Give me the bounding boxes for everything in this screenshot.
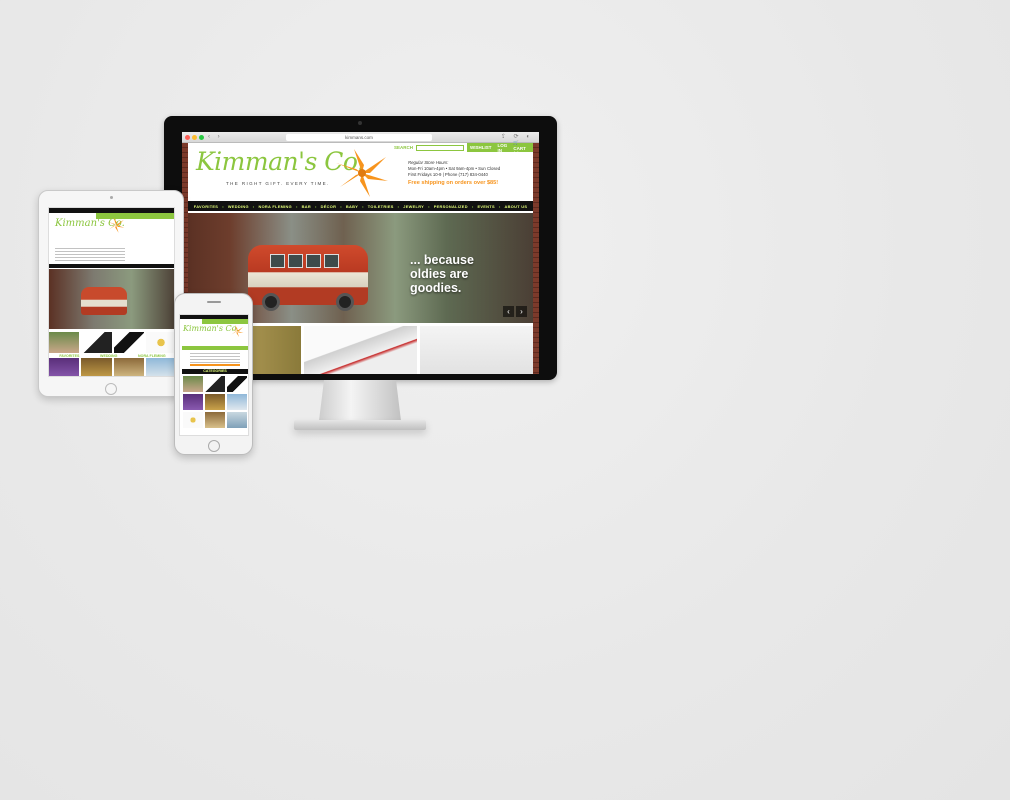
bus-wheel: [336, 293, 354, 311]
bus-window: [270, 254, 285, 268]
nav-separator: •: [428, 203, 430, 209]
lily-logo-icon: [336, 149, 388, 197]
category-thumb[interactable]: [304, 326, 417, 374]
nav-separator: •: [295, 203, 298, 209]
phone-category-grid: [183, 376, 247, 428]
nav-item-baby[interactable]: BABY: [346, 204, 358, 209]
bus-wheel: [262, 293, 280, 311]
account-links: WISHLIST LOG IN 🛒 CART (0): [467, 140, 533, 156]
nav-item-events[interactable]: EVENTS: [478, 204, 495, 209]
maximize-window-button[interactable]: [199, 135, 204, 140]
login-link[interactable]: LOG IN: [498, 143, 508, 153]
tablet-camera: [110, 196, 113, 199]
search-input[interactable]: [416, 144, 465, 151]
nav-item-toiletries[interactable]: TOILETRIES: [368, 204, 394, 209]
phone-speaker: [207, 301, 221, 303]
category-tile[interactable]: [227, 394, 247, 410]
wishlist-link[interactable]: WISHLIST: [470, 145, 492, 150]
category-tile[interactable]: [183, 394, 203, 410]
vw-bus-image: [81, 287, 127, 315]
monitor-base: [294, 420, 426, 430]
category-tile[interactable]: [113, 332, 144, 353]
phone-free-shipping: [190, 364, 240, 366]
bus-window: [288, 254, 303, 268]
nav-separator: •: [252, 203, 255, 209]
phone-store-info: [190, 353, 240, 363]
camera-dot: [358, 121, 362, 125]
nav-item-bar[interactable]: BAR: [302, 204, 311, 209]
category-tile[interactable]: [227, 412, 247, 428]
hero-caption-line: ... because: [410, 253, 474, 267]
tablet-device: Kimman's Co. FAVORITES WEDDING NORA FLEM…: [38, 190, 184, 397]
tablet-screen: Kimman's Co. FAVORITES WEDDING NORA FLEM…: [48, 207, 175, 377]
slider-prev-button[interactable]: ‹: [503, 306, 514, 317]
bus-window: [324, 254, 339, 268]
category-tile[interactable]: [205, 412, 225, 428]
category-tile[interactable]: [183, 412, 203, 428]
category-tile[interactable]: [227, 376, 247, 392]
nav-separator: •: [498, 203, 501, 209]
category-tile[interactable]: [145, 358, 174, 376]
category-tile[interactable]: [205, 376, 225, 392]
nav-separator: •: [340, 203, 342, 209]
free-shipping-banner: Free shipping on orders over $85!: [408, 180, 499, 186]
tablet-store-hours: [55, 248, 125, 262]
tablet-navigation[interactable]: [49, 264, 174, 268]
nav-item-favorites[interactable]: FAVORITES: [194, 204, 218, 209]
store-hours-line: First Fridays 10-9 | Phone (717) 834-044…: [408, 172, 488, 177]
nav-item-nora-fleming[interactable]: NORA FLEMING: [258, 204, 292, 209]
slider-next-button[interactable]: ›: [516, 306, 527, 317]
tablet-category-grid: [49, 332, 174, 353]
category-tile[interactable]: [81, 358, 112, 376]
phone-screen: Kimman's Co. CATEGORIES: [179, 314, 249, 436]
nav-separator: •: [314, 203, 317, 209]
nav-item-wedding[interactable]: WEDDING: [228, 204, 249, 209]
phone-categories-header[interactable]: CATEGORIES: [182, 369, 248, 374]
vw-bus-image: [248, 245, 368, 311]
nav-separator: •: [222, 203, 224, 209]
browser-toolbar: ‹ › kimmans.com ⇪ ⟳ ◐: [182, 132, 539, 143]
monitor-stand: [318, 380, 402, 424]
home-button[interactable]: [105, 383, 117, 395]
back-forward-icon[interactable]: ‹ ›: [208, 134, 223, 140]
hero-caption-line: oldies are: [410, 267, 469, 281]
minimize-window-button[interactable]: [192, 135, 197, 140]
brick-border-right: [533, 143, 539, 374]
lily-logo-icon: [230, 325, 244, 337]
phone-device: Kimman's Co. CATEGORIES: [174, 293, 253, 455]
bus-window: [306, 254, 321, 268]
cart-link[interactable]: 🛒 CART (0): [513, 140, 530, 156]
lily-logo-icon: [107, 217, 125, 233]
nav-item-personalized[interactable]: PERSONALIZED: [434, 204, 468, 209]
nav-separator: •: [362, 203, 364, 209]
slider-controls: ‹ ›: [503, 306, 527, 317]
site-topbar: SEARCH WISHLIST LOG IN 🛒 CART (0): [392, 140, 533, 156]
nav-item-about-us[interactable]: ABOUT US: [505, 204, 528, 209]
category-tile[interactable]: [113, 358, 144, 376]
site-tagline: THE RIGHT GIFT. EVERY TIME.: [226, 181, 330, 186]
nav-separator: •: [471, 203, 474, 209]
store-hours: Regular Store Hours: Mon-Fri 10am-4pm • …: [408, 160, 500, 178]
category-thumb[interactable]: [420, 326, 533, 374]
address-bar[interactable]: kimmans.com: [286, 134, 432, 141]
phone-menu-bar[interactable]: [182, 346, 248, 350]
close-window-button[interactable]: [185, 135, 190, 140]
nav-item-decor[interactable]: DÉCOR: [321, 204, 337, 209]
nav-item-jewelry[interactable]: JEWELRY: [403, 204, 424, 209]
search-label: SEARCH: [394, 145, 414, 150]
hero-caption-line: goodies.: [410, 281, 462, 295]
category-tile[interactable]: [205, 394, 225, 410]
tablet-hero[interactable]: [49, 269, 174, 329]
main-navigation: FAVORITES • WEDDING • NORA FLEMING • BAR • D…: [188, 201, 533, 211]
hero-caption: ... because oldies are goodies.: [410, 253, 474, 295]
category-tile[interactable]: [49, 358, 80, 376]
nav-separator: •: [397, 203, 400, 209]
category-tile[interactable]: [81, 332, 112, 353]
tablet-category-grid: [49, 358, 174, 376]
category-tile[interactable]: [49, 332, 80, 353]
category-tile[interactable]: [183, 376, 203, 392]
category-tile[interactable]: [145, 332, 174, 353]
home-button[interactable]: [208, 440, 220, 452]
